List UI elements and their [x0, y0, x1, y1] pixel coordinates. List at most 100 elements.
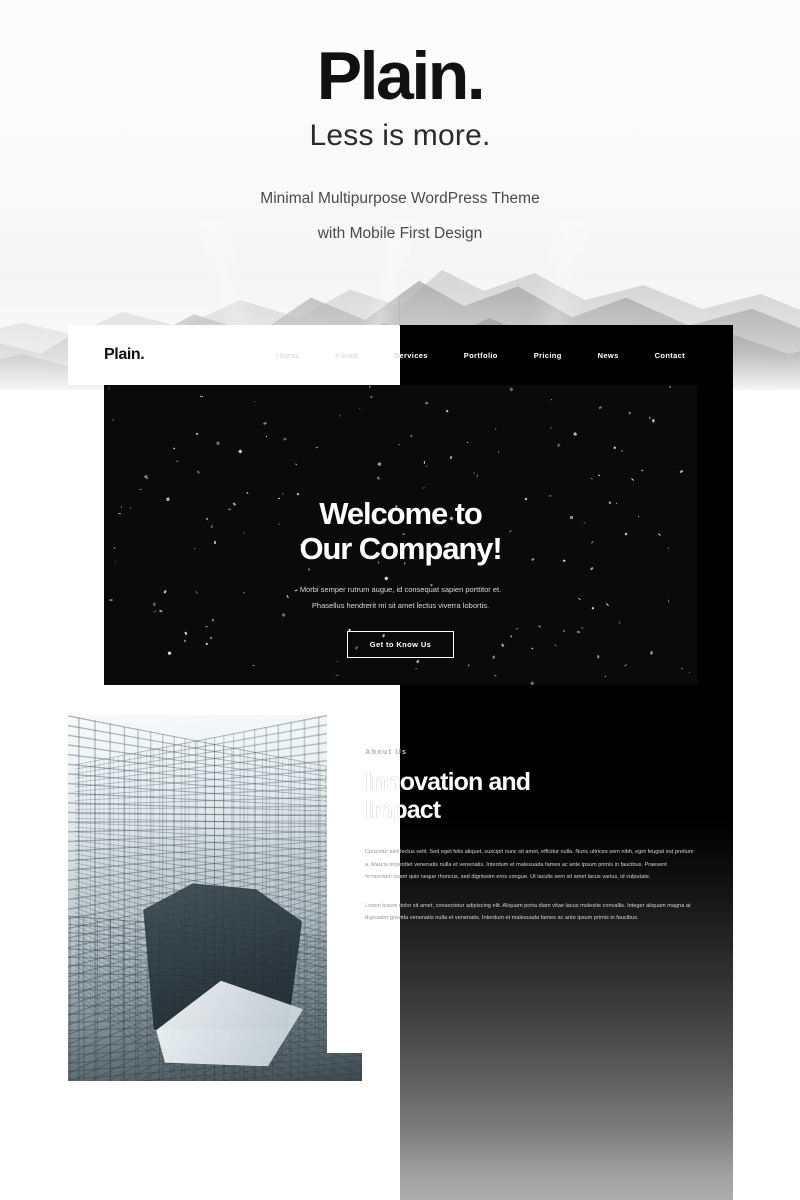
particle	[315, 446, 318, 449]
hero-paragraph: Morbi semper rutrum augue, id consequat …	[104, 582, 697, 613]
particle	[414, 667, 418, 671]
particle	[550, 398, 553, 400]
about-eyebrow: About Us	[365, 747, 408, 756]
particle	[598, 475, 601, 478]
particle	[217, 442, 221, 446]
particle	[424, 465, 428, 467]
particle	[138, 488, 142, 490]
particle	[415, 659, 419, 663]
website-mockup: Plain. Home About Services Portfolio Pri…	[68, 325, 733, 1105]
particle	[359, 407, 361, 410]
particle	[614, 446, 617, 449]
particle	[648, 416, 651, 419]
particle	[493, 675, 497, 678]
about-paragraph-1: Curabitur sed lectus velit. Sed eget fel…	[365, 849, 694, 881]
particle	[282, 492, 285, 495]
particle	[369, 385, 371, 387]
particle	[475, 473, 478, 477]
particle	[409, 434, 413, 438]
particle	[604, 676, 606, 678]
particle	[337, 660, 339, 663]
particle	[449, 456, 452, 460]
banner-headline: Plain. Less is more. Minimal Multipurpos…	[0, 38, 800, 252]
particle	[590, 477, 593, 480]
particle	[668, 385, 671, 388]
particle	[473, 472, 475, 475]
hero-heading-line-1: Welcome to	[319, 496, 483, 531]
particle	[197, 470, 200, 474]
particle	[422, 487, 425, 490]
particle	[339, 414, 341, 417]
particle	[238, 449, 243, 454]
particle	[510, 386, 514, 391]
particle	[376, 476, 380, 480]
mockup-about-section: About Us Innovation and Impact Curabitur…	[68, 685, 733, 1105]
particle	[652, 418, 655, 423]
about-text-card: About Us Innovation and Impact Curabitur…	[327, 685, 733, 1053]
nav-item-services[interactable]: Services	[394, 351, 428, 360]
particle	[176, 459, 179, 462]
nav-item-news[interactable]: News	[598, 351, 619, 360]
particle	[621, 450, 624, 452]
mockup-navbar: Plain. Home About Services Portfolio Pri…	[68, 325, 733, 385]
particle	[556, 443, 561, 448]
about-heading-line-2: Impact	[365, 796, 441, 824]
mockup-hero-section: Welcome to Our Company! Morbi semper rut…	[104, 385, 697, 685]
particle	[199, 395, 203, 398]
page-subtitle-line-1: Minimal Multipurpose WordPress Theme	[260, 189, 540, 207]
particle	[296, 492, 299, 496]
nav-item-home[interactable]: Home	[276, 351, 298, 360]
mockup-logo[interactable]: Plain.	[104, 346, 145, 364]
about-heading: Innovation and Impact	[365, 768, 695, 824]
particle	[111, 418, 114, 421]
nav-item-pricing[interactable]: Pricing	[534, 351, 562, 360]
particle	[628, 411, 632, 415]
particle	[598, 406, 602, 409]
skyscraper-image	[68, 715, 362, 1081]
mockup-nav-menu: Home About Services Portfolio Pricing Ne…	[276, 351, 697, 360]
particle	[263, 422, 268, 426]
particle	[468, 664, 471, 667]
particle	[423, 461, 425, 465]
particle	[680, 667, 683, 670]
particle	[398, 443, 401, 446]
nav-item-portfolio[interactable]: Portfolio	[464, 351, 498, 360]
get-to-know-us-button[interactable]: Get to Know Us	[346, 631, 455, 659]
particle	[295, 463, 299, 466]
page-bottom-fill	[0, 1120, 800, 1200]
particle	[573, 432, 578, 437]
page-title: Plain.	[316, 38, 486, 114]
particle	[624, 663, 628, 667]
hero-paragraph-line-2: Phasellus hendrerit mi sit amet lectus v…	[311, 600, 490, 610]
particle	[680, 470, 684, 474]
particle	[107, 387, 111, 391]
particle	[336, 674, 339, 676]
hero-paragraph-line-1: Morbi semper rutrum augue, id consequat …	[299, 585, 502, 595]
nav-item-contact[interactable]: Contact	[655, 351, 685, 360]
particle	[369, 395, 373, 398]
particle	[265, 436, 267, 438]
particle	[252, 664, 255, 667]
particle	[172, 447, 176, 450]
nav-item-about[interactable]: About	[335, 351, 358, 360]
particle	[631, 477, 635, 481]
hero-heading-line-2: Our Company!	[299, 530, 502, 566]
particle	[283, 438, 287, 442]
particle	[425, 401, 429, 405]
particle	[195, 432, 198, 435]
page-subtitle-line-2: with Mobile First Design	[317, 224, 483, 242]
connector-tick	[399, 296, 400, 326]
particle	[377, 461, 382, 466]
particle	[689, 671, 691, 673]
particle	[497, 451, 500, 453]
hero-copy: Welcome to Our Company! Morbi semper rut…	[104, 496, 697, 659]
hero-heading: Welcome to Our Company!	[104, 496, 697, 566]
page-canvas: Plain. Less is more. Minimal Multipurpos…	[0, 0, 800, 1200]
particle	[445, 409, 449, 413]
page-tagline: Less is more.	[309, 118, 491, 152]
particle	[466, 441, 469, 444]
about-heading-line-1: Innovation and	[365, 768, 531, 796]
particle	[253, 400, 255, 403]
particle	[550, 426, 552, 429]
page-subtitle: Minimal Multipurpose WordPress Theme wit…	[0, 181, 800, 252]
